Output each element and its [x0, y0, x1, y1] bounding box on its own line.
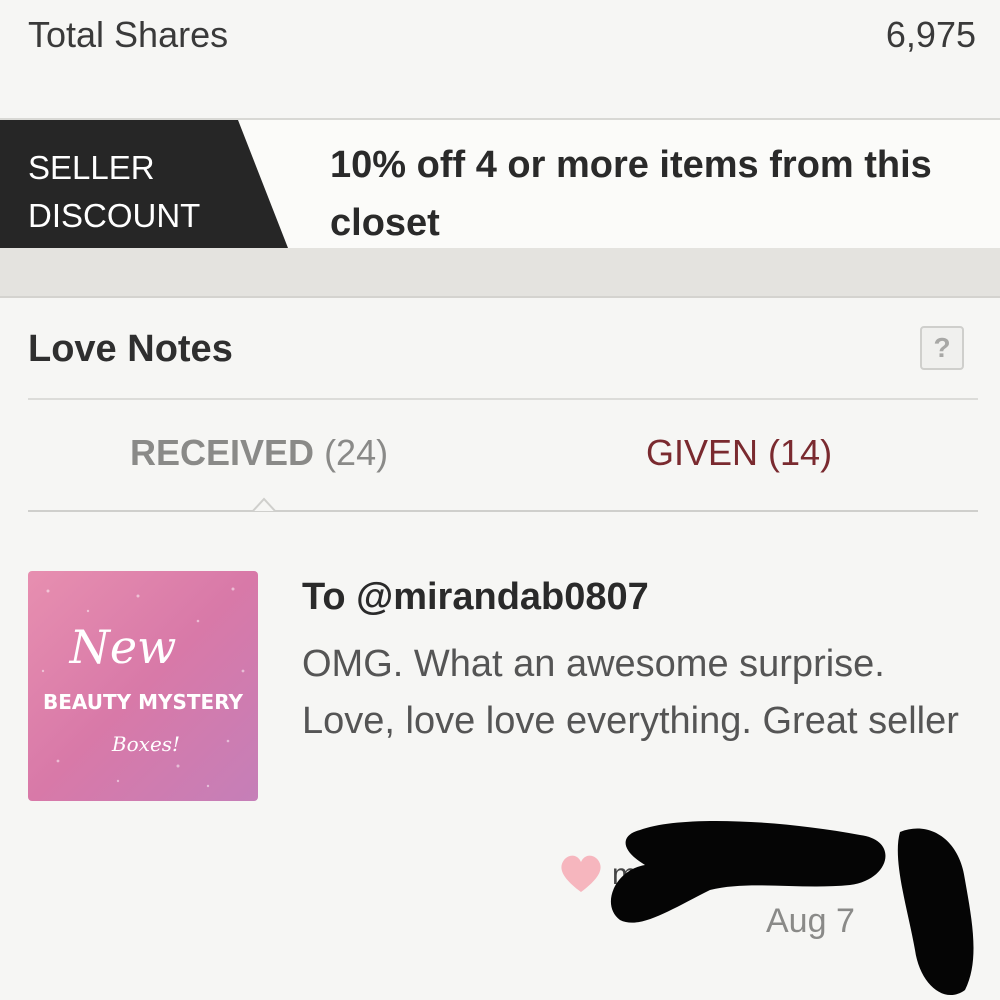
note-message: OMG. What an awesome surprise. Love, lov… — [302, 643, 959, 742]
seller-discount-badge: SELLER DISCOUNT — [0, 120, 290, 248]
note-thumbnail[interactable]: New BEAUTY MYSTERY Boxes! — [28, 571, 258, 801]
divider — [28, 398, 978, 400]
tab-received-count: (24) — [324, 432, 389, 473]
help-icon[interactable]: ? — [920, 326, 964, 370]
active-tab-caret-icon — [252, 497, 276, 512]
tab-received-label: RECEIVED — [130, 432, 315, 473]
badge-line-seller: SELLER — [28, 149, 155, 186]
seller-discount-text: 10% off 4 or more items from this closet — [330, 144, 932, 244]
tab-given-count: (14) — [768, 432, 833, 473]
thumb-line-new: New — [69, 620, 177, 674]
tab-given[interactable]: GIVEN (14) — [646, 432, 832, 474]
total-shares-row: Total Shares 6,975 — [0, 0, 1000, 90]
seller-discount-row: SELLER DISCOUNT 10% off 4 or more items … — [0, 120, 1000, 248]
thumb-line-boxes: Boxes! — [111, 732, 180, 756]
heart-icon[interactable] — [558, 852, 604, 894]
love-notes-title: Love Notes — [28, 328, 233, 370]
note-recipient[interactable]: To @mirandab0807 — [302, 576, 649, 619]
section-separator — [0, 248, 1000, 298]
total-shares-label: Total Shares — [28, 14, 229, 55]
note-date: Aug 7 — [766, 902, 855, 940]
badge-line-discount: DISCOUNT — [28, 197, 201, 234]
tabs-divider — [28, 510, 978, 512]
tab-given-label: GIVEN — [646, 432, 759, 473]
thumb-line-beauty: BEAUTY MYSTERY — [43, 690, 243, 714]
tab-received[interactable]: RECEIVED (24) — [130, 432, 388, 474]
total-shares-value: 6,975 — [885, 14, 976, 55]
